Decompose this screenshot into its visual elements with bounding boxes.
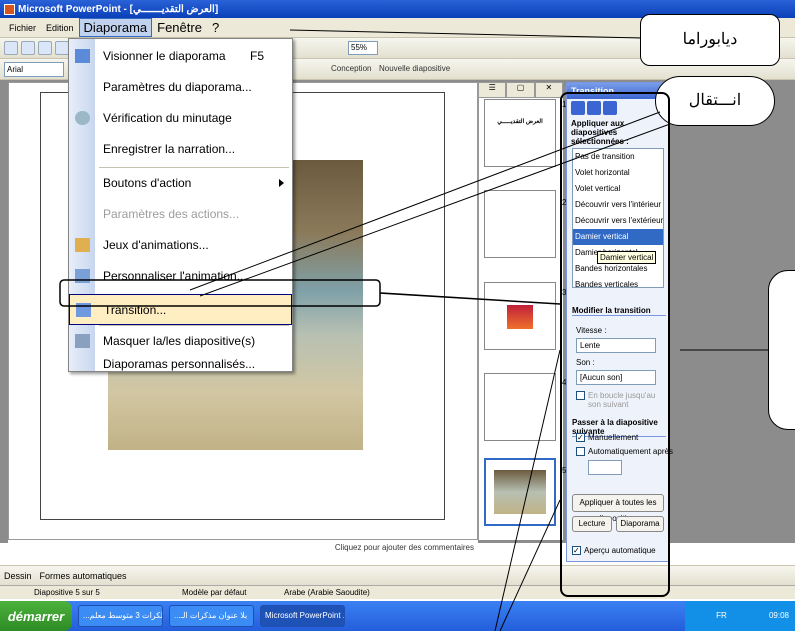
- taskbar-item[interactable]: ...بلا عنوان مذكرات الـ: [169, 605, 254, 627]
- task-pane-title: Transition: [567, 83, 669, 99]
- apply-heading: Appliquer aux diapositives sélectionnées…: [571, 119, 629, 146]
- animation-schemes-icon: [75, 238, 90, 252]
- print-icon[interactable]: [55, 41, 69, 55]
- menu-item-boutons-action[interactable]: Boutons d'action: [69, 168, 292, 199]
- sunset-image: [507, 305, 533, 329]
- taskbar: démarrer ...ملكرات 3 متوسط معلم ...بلا ع…: [0, 601, 795, 631]
- status-bar: Diapositive 5 sur 5 Modèle par défaut Ar…: [0, 585, 795, 599]
- transition-list[interactable]: Pas de transition Volet horizontal Volet…: [572, 148, 664, 288]
- menu-item-minutage[interactable]: Vérification du minutage: [69, 103, 292, 134]
- zoom-select[interactable]: 55%: [348, 41, 378, 55]
- callout-right: [768, 270, 795, 430]
- list-item[interactable]: Découvrir vers l'extérieur: [573, 213, 663, 229]
- hide-slide-icon: [75, 334, 90, 348]
- taskbar-item-active[interactable]: Microsoft PowerPoint ...: [260, 605, 345, 627]
- thumbnail-slide-4[interactable]: [484, 373, 556, 441]
- tab-outline[interactable]: ☰: [478, 82, 507, 98]
- manual-label: Manuellement: [588, 433, 639, 442]
- menu-item-narration[interactable]: Enregistrer la narration...: [69, 134, 292, 165]
- pane-tabs: ☰ ▢ ✕: [478, 82, 563, 98]
- new-icon[interactable]: [4, 41, 18, 55]
- task-pane-nav: [567, 99, 669, 117]
- tooltip: Damier vertical: [597, 251, 657, 264]
- close-icon[interactable]: ✕: [534, 82, 563, 98]
- submenu-arrow-icon: [279, 179, 284, 187]
- autoshapes-button[interactable]: Formes automatiques: [40, 571, 127, 581]
- preview-label: Aperçu automatique: [584, 546, 656, 555]
- speed-select[interactable]: Lente: [576, 338, 656, 353]
- design-button[interactable]: Conception: [331, 64, 371, 73]
- sound-select[interactable]: [Aucun son]: [576, 370, 656, 385]
- menu-item-diaporamas-perso[interactable]: Diaporamas personnalisés...: [69, 357, 292, 373]
- language-info: Arabe (Arabie Saoudite): [284, 588, 370, 597]
- menu-edition[interactable]: Edition: [41, 23, 79, 33]
- slide-info: Diapositive 5 sur 5: [34, 588, 100, 597]
- thumbnail-slide-5[interactable]: [484, 458, 556, 526]
- callout-diaporama: ديابوراما: [640, 14, 780, 66]
- preview-checkbox[interactable]: ✓: [572, 546, 581, 555]
- forward-icon[interactable]: [587, 101, 601, 115]
- notes-pane[interactable]: Cliquez pour ajouter des commentaires: [8, 540, 478, 556]
- back-icon[interactable]: [571, 101, 585, 115]
- open-icon[interactable]: [21, 41, 35, 55]
- loop-checkbox[interactable]: [576, 391, 585, 400]
- waterfall-thumbnail: [494, 470, 546, 514]
- menu-help[interactable]: ?: [207, 20, 224, 35]
- system-tray: FR 09:08: [685, 601, 795, 631]
- slideshow-button[interactable]: Diaporama: [616, 516, 664, 532]
- auto-time-spinner[interactable]: [588, 460, 622, 475]
- thumbnail-slide-2[interactable]: [484, 190, 556, 258]
- tray-lang[interactable]: FR: [716, 611, 727, 620]
- menu-item-jeux-animations[interactable]: Jeux d'animations...: [69, 230, 292, 261]
- diaporama-menu: Visionner le diaporama F5 Paramètres du …: [68, 38, 293, 372]
- menu-item-parametres[interactable]: Paramètres du diaporama...: [69, 72, 292, 103]
- auto-checkbox[interactable]: [576, 447, 585, 456]
- new-slide-button[interactable]: Nouvelle diapositive: [379, 64, 450, 73]
- clock: 09:08: [768, 611, 789, 620]
- window-title: Microsoft PowerPoint - [العرض التقديــــ…: [18, 3, 219, 15]
- menu-diaporama[interactable]: Diaporama: [78, 18, 153, 37]
- draw-button[interactable]: Dessin: [4, 571, 32, 581]
- menu-item-parametres-actions: Paramètres des actions...: [103, 207, 240, 221]
- auto-label: Automatiquement après: [588, 447, 673, 456]
- timer-icon: [75, 111, 90, 125]
- modify-heading: Modifier la transition: [572, 306, 666, 316]
- list-item-selected[interactable]: Damier vertical: [573, 229, 663, 245]
- thumbnail-slide-1[interactable]: العرض التقديـــــي: [484, 99, 556, 167]
- transition-icon: [76, 303, 91, 317]
- menu-item-masquer[interactable]: Masquer la/les diapositive(s): [69, 326, 292, 357]
- save-icon[interactable]: [38, 41, 52, 55]
- drawing-toolbar: Dessin Formes automatiques: [0, 565, 795, 585]
- apply-all-button[interactable]: Appliquer à toutes les diapositives: [572, 494, 664, 523]
- callout-transition: انـــتقال: [655, 76, 775, 126]
- powerpoint-icon: [4, 3, 15, 15]
- list-item[interactable]: Volet vertical: [573, 181, 663, 197]
- speed-label: Vitesse :: [576, 326, 607, 335]
- play-button[interactable]: Lecture: [572, 516, 612, 532]
- font-select[interactable]: Arial: [4, 61, 64, 77]
- slideshow-icon: [75, 49, 90, 63]
- taskbar-item[interactable]: ...ملكرات 3 متوسط معلم: [78, 605, 163, 627]
- menu-item-visionner[interactable]: Visionner le diaporama F5: [69, 41, 292, 72]
- manual-checkbox[interactable]: ✓: [576, 433, 585, 442]
- menu-fichier[interactable]: Fichier: [4, 23, 41, 33]
- list-item[interactable]: Bandes verticales: [573, 277, 663, 287]
- thumbnail-slide-3[interactable]: [484, 282, 556, 350]
- list-item[interactable]: Pas de transition: [573, 149, 663, 165]
- thumbnail-title: العرض التقديـــــي: [497, 119, 543, 125]
- custom-animation-icon: [75, 269, 90, 283]
- tab-slides[interactable]: ▢: [506, 82, 535, 98]
- menu-item-transition[interactable]: Transition...: [69, 294, 292, 325]
- home-icon[interactable]: [603, 101, 617, 115]
- list-item[interactable]: Découvrir vers l'intérieur: [573, 197, 663, 213]
- menu-fenetre[interactable]: Fenêtre: [152, 20, 207, 35]
- list-item[interactable]: Volet horizontal: [573, 165, 663, 181]
- template-info: Modèle par défaut: [182, 588, 247, 597]
- sound-label: Son :: [576, 358, 595, 367]
- start-button[interactable]: démarrer: [0, 601, 72, 631]
- loop-label: En boucle jusqu'au son suivant: [588, 391, 656, 409]
- menu-item-personnaliser[interactable]: Personnaliser l'animation...: [69, 261, 292, 292]
